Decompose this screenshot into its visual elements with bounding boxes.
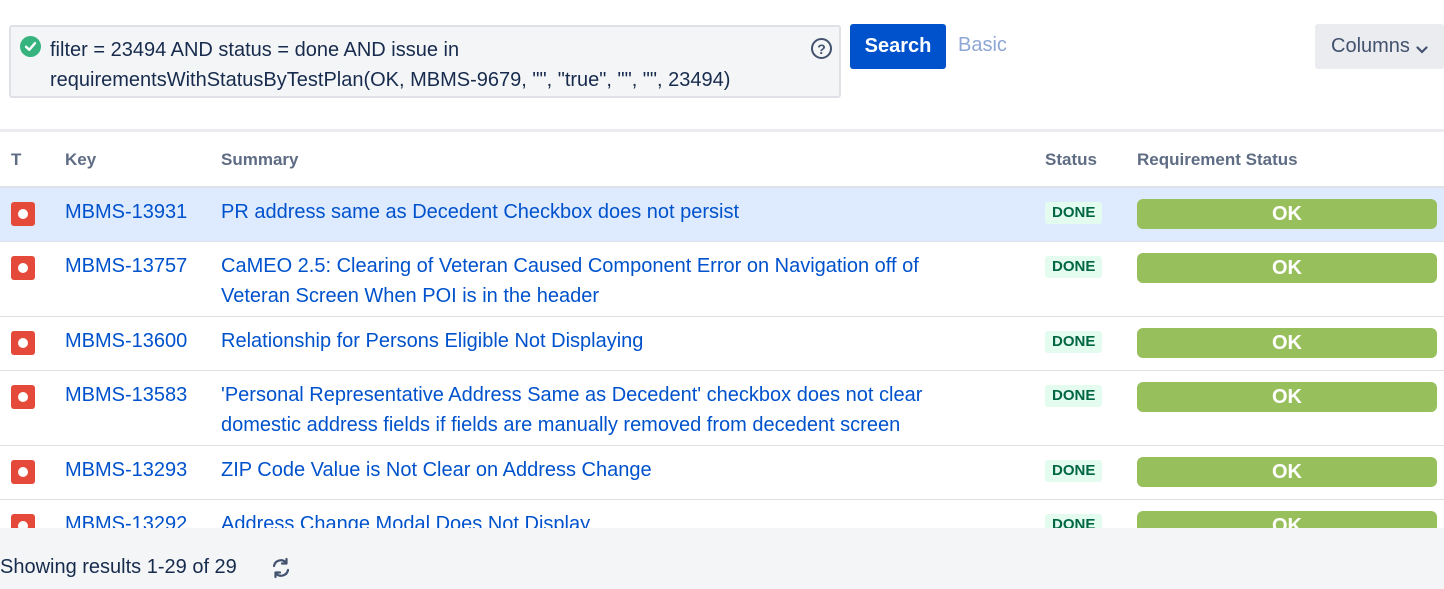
requirement-status-bar: OK (1137, 328, 1437, 358)
bug-icon (11, 514, 35, 528)
table-row[interactable]: MBMS-13292 Address Change Modal Does Not … (0, 500, 1444, 528)
issue-summary-link[interactable]: Relationship for Persons Eligible Not Di… (221, 326, 981, 356)
question-circle-icon[interactable]: ? (811, 38, 832, 59)
refresh-icon[interactable] (270, 557, 292, 579)
bug-icon (11, 460, 35, 484)
issue-summary-link[interactable]: CaMEO 2.5: Clearing of Veteran Caused Co… (221, 251, 981, 311)
issue-summary-link[interactable]: 'Personal Representative Address Same as… (221, 380, 981, 440)
status-badge: DONE (1045, 331, 1103, 353)
status-badge: DONE (1045, 256, 1103, 278)
bug-icon (11, 202, 35, 226)
requirement-status-bar: OK (1137, 199, 1437, 229)
table-row[interactable]: MBMS-13931 PR address same as Decedent Ch… (0, 188, 1444, 242)
bug-icon (11, 385, 35, 409)
status-badge: DONE (1045, 514, 1103, 528)
table-body: MBMS-13931 PR address same as Decedent Ch… (0, 188, 1444, 528)
table-row[interactable]: MBMS-13583 'Personal Representative Addre… (0, 371, 1444, 446)
columns-button[interactable]: Columns (1315, 24, 1444, 69)
table-header: T Key Summary Status Requirement Status (0, 132, 1444, 188)
header-key[interactable]: Key (65, 150, 96, 170)
requirement-status-bar: OK (1137, 382, 1437, 412)
table-row[interactable]: MBMS-13600 Relationship for Persons Eligi… (0, 317, 1444, 371)
bug-icon (11, 331, 35, 355)
search-button[interactable]: Search (850, 24, 946, 69)
issue-key-link[interactable]: MBMS-13931 (65, 197, 187, 227)
issue-table: T Key Summary Status Requirement Status … (0, 132, 1444, 528)
header-type[interactable]: T (11, 150, 21, 170)
header-requirement-status[interactable]: Requirement Status (1137, 150, 1298, 170)
requirement-status-bar: OK (1137, 457, 1437, 487)
columns-label: Columns (1331, 35, 1410, 57)
issue-key-link[interactable]: MBMS-13757 (65, 251, 187, 281)
basic-mode-link[interactable]: Basic (958, 34, 1007, 57)
issue-key-link[interactable]: MBMS-13583 (65, 380, 187, 410)
requirement-status-bar: OK (1137, 253, 1437, 283)
issue-summary-link[interactable]: PR address same as Decedent Checkbox doe… (221, 197, 981, 227)
requirement-status-bar: OK (1137, 511, 1437, 528)
status-badge: DONE (1045, 202, 1103, 224)
header-status[interactable]: Status (1045, 150, 1097, 170)
status-badge: DONE (1045, 385, 1103, 407)
issue-summary-link[interactable]: ZIP Code Value is Not Clear on Address C… (221, 455, 981, 485)
jql-query-box[interactable]: filter = 23494 AND status = done AND iss… (9, 25, 841, 98)
bug-icon (11, 256, 35, 280)
table-row[interactable]: MBMS-13293 ZIP Code Value is Not Clear on… (0, 446, 1444, 500)
status-badge: DONE (1045, 460, 1103, 482)
results-footer: Showing results 1-29 of 29 (0, 528, 1444, 589)
results-count: Showing results 1-29 of 29 (0, 556, 237, 578)
issue-key-link[interactable]: MBMS-13600 (65, 326, 187, 356)
chevron-down-icon (1416, 42, 1428, 57)
table-row[interactable]: MBMS-13757 CaMEO 2.5: Clearing of Veteran… (0, 242, 1444, 317)
jql-query-text[interactable]: filter = 23494 AND status = done AND iss… (50, 35, 800, 95)
issue-key-link[interactable]: MBMS-13292 (65, 509, 187, 528)
header-summary[interactable]: Summary (221, 150, 298, 170)
check-circle-icon (20, 36, 41, 57)
issue-key-link[interactable]: MBMS-13293 (65, 455, 187, 485)
issue-summary-link[interactable]: Address Change Modal Does Not Display (221, 509, 981, 528)
